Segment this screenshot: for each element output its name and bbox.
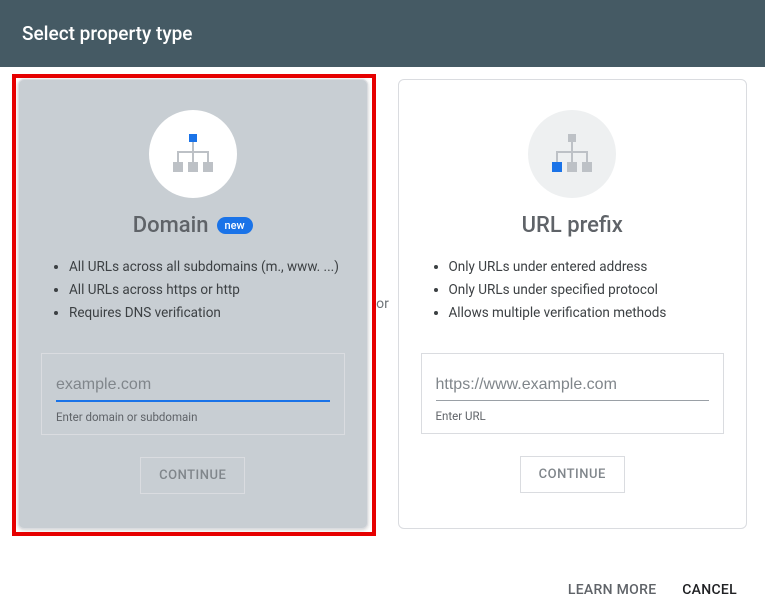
dialog-content: Domain new All URLs across all subdomain… <box>0 67 765 529</box>
feature-item: Requires DNS verification <box>69 302 345 325</box>
prefix-continue-button[interactable]: CONTINUE <box>520 456 625 493</box>
sitemap-icon <box>528 110 616 198</box>
domain-title-row: Domain new <box>41 213 345 238</box>
feature-item: Allows multiple verification methods <box>449 302 725 325</box>
feature-item: All URLs across all subdomains (m., www.… <box>69 256 345 279</box>
cancel-button[interactable]: CANCEL <box>682 582 737 598</box>
feature-item: Only URLs under entered address <box>449 256 725 279</box>
domain-input[interactable] <box>56 370 330 402</box>
or-separator: or <box>368 296 398 312</box>
dialog-footer: LEARN MORE CANCEL <box>546 582 737 598</box>
prefix-features: Only URLs under entered address Only URL… <box>421 256 725 325</box>
domain-input-wrap: Enter domain or subdomain <box>41 353 345 435</box>
prefix-card-wrap: URL prefix Only URLs under entered addre… <box>398 79 748 529</box>
domain-title: Domain <box>133 213 209 238</box>
dialog-header: Select property type <box>0 0 765 67</box>
prefix-input[interactable] <box>436 370 710 401</box>
feature-item: Only URLs under specified protocol <box>449 279 725 302</box>
domain-features: All URLs across all subdomains (m., www.… <box>41 256 345 325</box>
dialog-title: Select property type <box>22 22 192 45</box>
domain-helper: Enter domain or subdomain <box>56 410 330 424</box>
domain-card[interactable]: Domain new All URLs across all subdomain… <box>18 79 368 529</box>
prefix-helper: Enter URL <box>436 409 710 423</box>
sitemap-icon <box>149 110 237 198</box>
new-badge: new <box>217 217 253 234</box>
feature-item: All URLs across https or http <box>69 279 345 302</box>
learn-more-button[interactable]: LEARN MORE <box>568 582 657 598</box>
prefix-input-wrap: Enter URL <box>421 353 725 434</box>
domain-card-wrap: Domain new All URLs across all subdomain… <box>18 79 368 529</box>
prefix-card[interactable]: URL prefix Only URLs under entered addre… <box>398 79 748 529</box>
prefix-title-row: URL prefix <box>421 213 725 238</box>
prefix-title: URL prefix <box>522 213 623 238</box>
domain-continue-button[interactable]: CONTINUE <box>140 457 245 494</box>
